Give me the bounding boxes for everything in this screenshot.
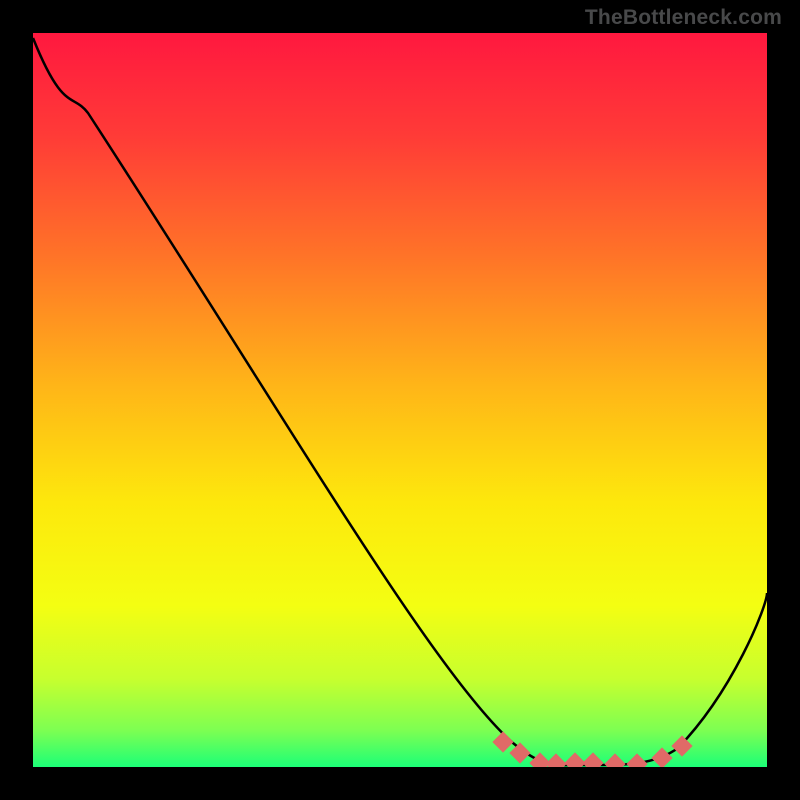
- plot-area: [33, 33, 767, 767]
- bottleneck-curve: [33, 33, 767, 767]
- chart-stage: TheBottleneck.com: [0, 0, 800, 800]
- watermark-text: TheBottleneck.com: [585, 6, 782, 30]
